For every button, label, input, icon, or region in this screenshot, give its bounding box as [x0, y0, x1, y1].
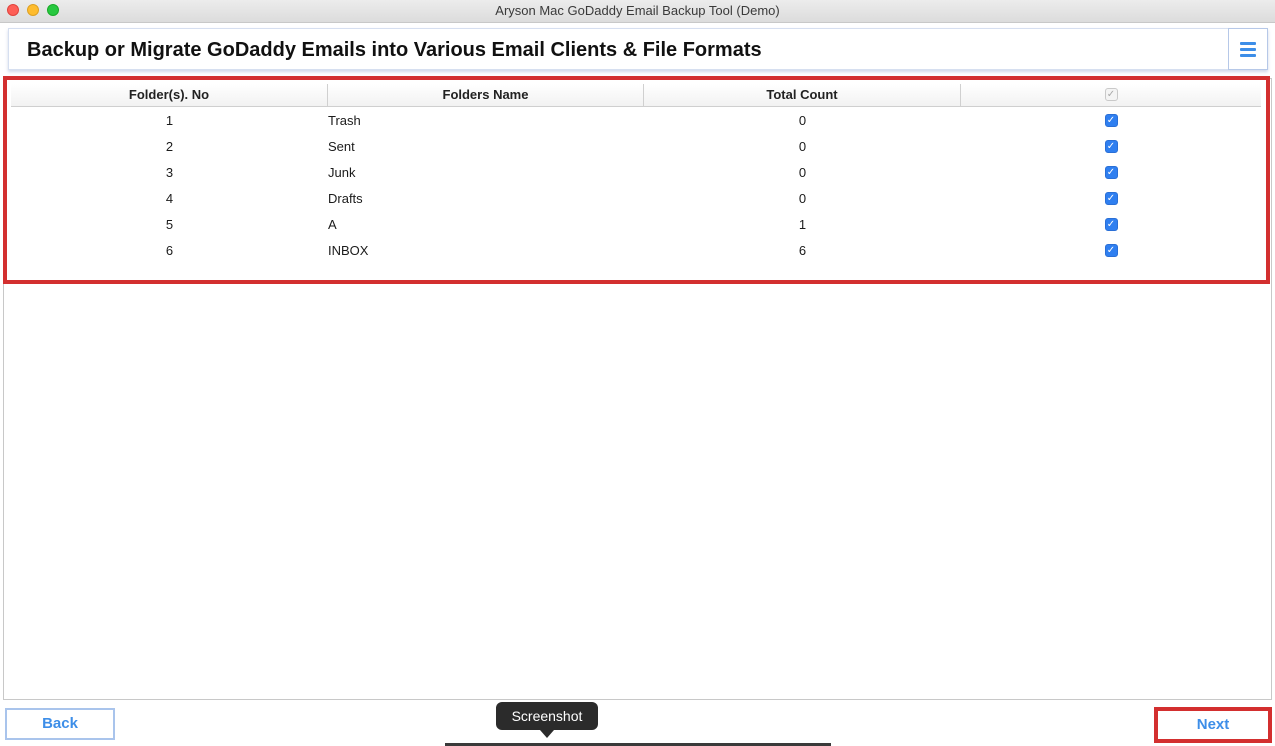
select-cell: ✓ [961, 165, 1261, 179]
select-cell: ✓ [961, 139, 1261, 153]
folder-no-cell: 6 [165, 242, 174, 258]
select-all-checkbox[interactable]: ✓ [1104, 88, 1118, 101]
table-row[interactable]: 5 A 1 ✓ [11, 211, 1261, 237]
folder-no-cell: 5 [165, 216, 174, 232]
app-window: Aryson Mac GoDaddy Email Backup Tool (De… [0, 0, 1275, 746]
folder-name-cell: INBOX [328, 242, 369, 258]
row-checkbox[interactable]: ✓ [1104, 165, 1118, 179]
folder-name-cell: Junk [328, 164, 356, 180]
row-checkbox[interactable]: ✓ [1104, 191, 1118, 205]
table-row[interactable]: 3 Junk 0 ✓ [11, 159, 1261, 185]
folder-name-cell: A [328, 216, 337, 232]
page-header: Backup or Migrate GoDaddy Emails into Va… [8, 28, 1268, 70]
table-row[interactable]: 2 Sent 0 ✓ [11, 133, 1261, 159]
folder-no-cell: 4 [165, 190, 174, 206]
next-button[interactable]: Next [1154, 707, 1272, 743]
total-count-cell: 6 [798, 242, 807, 258]
hamburger-menu-icon-bar [1240, 47, 1256, 51]
column-header-select: ✓ [961, 84, 1261, 106]
table-row[interactable]: 4 Drafts 0 ✓ [11, 185, 1261, 211]
select-cell: ✓ [961, 113, 1261, 127]
hamburger-menu-icon [1240, 41, 1256, 45]
title-bar: Aryson Mac GoDaddy Email Backup Tool (De… [0, 0, 1275, 23]
select-cell: ✓ [961, 243, 1261, 257]
folder-no-cell: 2 [165, 138, 174, 154]
tooltip-arrow-icon [540, 730, 554, 738]
table-row[interactable]: 6 INBOX 6 ✓ [11, 237, 1261, 263]
row-checkbox[interactable]: ✓ [1104, 217, 1118, 231]
total-count-cell: 0 [798, 112, 807, 128]
table-body: 1 Trash 0 ✓ 2 Sent 0 ✓ 3 Junk 0 ✓ 4 Draf… [11, 107, 1261, 263]
total-count-cell: 0 [798, 164, 807, 180]
folder-no-cell: 3 [165, 164, 174, 180]
column-header-folder-no[interactable]: Folder(s). No [11, 84, 328, 106]
row-checkbox[interactable]: ✓ [1104, 243, 1118, 257]
window-title: Aryson Mac GoDaddy Email Backup Tool (De… [495, 3, 780, 18]
total-count-cell: 0 [798, 190, 807, 206]
table-header: Folder(s). No Folders Name Total Count ✓ [11, 84, 1261, 107]
select-cell: ✓ [961, 217, 1261, 231]
folder-table: Folder(s). No Folders Name Total Count ✓… [3, 76, 1270, 284]
folder-name-cell: Drafts [328, 190, 363, 206]
row-checkbox[interactable]: ✓ [1104, 139, 1118, 153]
table-row[interactable]: 1 Trash 0 ✓ [11, 107, 1261, 133]
folder-name-cell: Sent [328, 138, 355, 154]
column-header-folders-name[interactable]: Folders Name [328, 84, 644, 106]
screenshot-tooltip: Screenshot [496, 702, 598, 730]
hamburger-menu-button[interactable] [1228, 28, 1268, 70]
folder-name-cell: Trash [328, 112, 361, 128]
page-title: Backup or Migrate GoDaddy Emails into Va… [27, 39, 762, 61]
total-count-cell: 0 [798, 138, 807, 154]
total-count-cell: 1 [798, 216, 807, 232]
column-header-total-count[interactable]: Total Count [644, 84, 961, 106]
row-checkbox[interactable]: ✓ [1104, 113, 1118, 127]
hamburger-menu-icon-bar [1240, 53, 1256, 57]
select-cell: ✓ [961, 191, 1261, 205]
folder-no-cell: 1 [165, 112, 174, 128]
back-button[interactable]: Back [5, 708, 115, 740]
